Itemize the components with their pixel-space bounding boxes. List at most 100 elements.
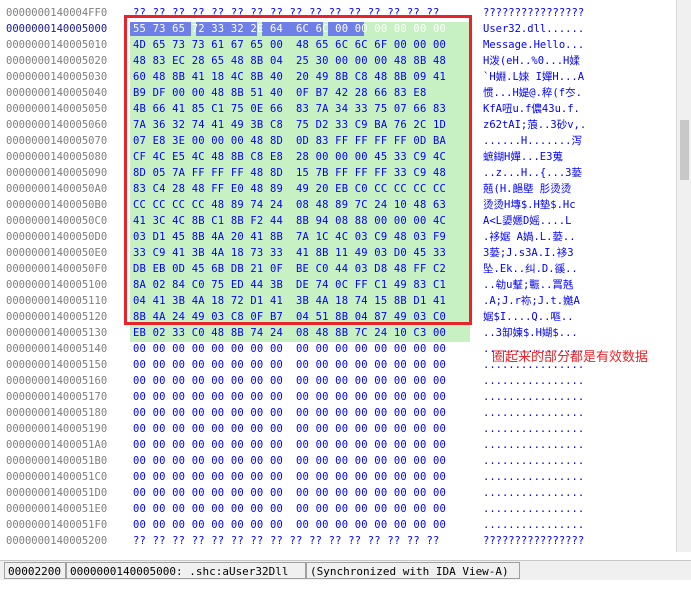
row-ascii[interactable]: 兡(H.郒塈 肜烫烫: [483, 181, 571, 197]
row-address: 0000000140005010: [6, 39, 108, 51]
row-address: 0000000140005040: [6, 87, 108, 99]
row-ascii[interactable]: 蟅鍸H嬋...E3蒐: [483, 149, 563, 165]
row-address: 0000000140005150: [6, 359, 108, 371]
hex-row[interactable]: 0000000140005210 ?? ?? ?? ?? ?? ?? ?? ?? …: [0, 549, 691, 552]
row-address: 00000001400051D0: [6, 487, 108, 499]
row-address: 00000001400050B0: [6, 199, 108, 211]
row-address: 0000000140005120: [6, 311, 108, 323]
row-ascii[interactable]: 坠.Ek..纠.D.豀..: [483, 261, 578, 277]
row-address: 00000001400050E0: [6, 247, 108, 259]
row-ascii[interactable]: z62tAI;蒗..3砂v,.: [483, 117, 586, 133]
row-ascii[interactable]: Message.Hello...: [483, 37, 584, 53]
row-address: 0000000140005050: [6, 103, 108, 115]
row-ascii[interactable]: User32.dll......: [483, 21, 584, 37]
row-bytes[interactable]: 00 00 00 00 00 00 00 00 00 00 00 00 00 0…: [133, 485, 446, 501]
hex-view[interactable]: 0000000140004FF0 ?? ?? ?? ?? ?? ?? ?? ?? …: [0, 0, 691, 552]
row-address: 0000000140005110: [6, 295, 108, 307]
hex-row[interactable]: 0000000140005200 ?? ?? ?? ?? ?? ?? ?? ?? …: [0, 533, 691, 549]
row-bytes[interactable]: 00 00 00 00 00 00 00 00 00 00 00 00 00 0…: [133, 405, 446, 421]
row-ascii[interactable]: ................: [483, 437, 584, 453]
row-address: 0000000140005170: [6, 391, 108, 403]
row-ascii[interactable]: ????????????????: [483, 5, 584, 21]
scrollbar-thumb[interactable]: [680, 120, 689, 180]
row-bytes[interactable]: 00 00 00 00 00 00 00 00 00 00 00 00 00 0…: [133, 501, 446, 517]
row-address: 0000000140005160: [6, 375, 108, 387]
row-bytes[interactable]: 00 00 00 00 00 00 00 00 00 00 00 00 00 0…: [133, 453, 446, 469]
row-ascii[interactable]: ????????????????: [483, 533, 584, 549]
status-location: 0000000140005000: .shc:aUser32Dll: [66, 562, 306, 579]
vertical-scrollbar[interactable]: [676, 0, 691, 552]
row-address: 0000000140005180: [6, 407, 108, 419]
status-sync: (Synchronized with IDA View-A): [306, 562, 520, 579]
hex-row[interactable]: 0000000140005180 00 00 00 00 00 00 00 00 …: [0, 405, 691, 421]
row-ascii[interactable]: 婮$I....Q..嘔..: [483, 309, 574, 325]
row-bytes[interactable]: 00 00 00 00 00 00 00 00 00 00 00 00 00 0…: [133, 437, 446, 453]
hex-row[interactable]: 00000001400051A0 00 00 00 00 00 00 00 00 …: [0, 437, 691, 453]
row-address: 00000001400051A0: [6, 439, 108, 451]
row-ascii[interactable]: .袳婮 A媧.L.蒆..: [483, 229, 576, 245]
row-bytes[interactable]: 00 00 00 00 00 00 00 00 00 00 00 00 00 0…: [133, 341, 446, 357]
row-address: 00000001400050F0: [6, 263, 108, 275]
hex-row[interactable]: 0000000140005170 00 00 00 00 00 00 00 00 …: [0, 389, 691, 405]
row-bytes[interactable]: EB 02 33 C0 48 8B 74 24 08 48 8B 7C 24 1…: [133, 325, 446, 341]
row-bytes[interactable]: 00 00 00 00 00 00 00 00 00 00 00 00 00 0…: [133, 357, 446, 373]
row-address: 0000000140005080: [6, 151, 108, 163]
row-ascii[interactable]: ................: [483, 501, 584, 517]
hex-row[interactable]: 00000001400051E0 00 00 00 00 00 00 00 00 …: [0, 501, 691, 517]
annotation-text: 圈起来的部分都是有效数据: [492, 350, 649, 365]
row-address: 00000001400051F0: [6, 519, 108, 531]
row-ascii[interactable]: 3蒆;J.s3A.I.袳3: [483, 245, 574, 261]
row-address: 0000000140005190: [6, 423, 108, 435]
row-bytes[interactable]: 00 00 00 00 00 00 00 00 00 00 00 00 00 0…: [133, 421, 446, 437]
row-ascii[interactable]: 惯...H媞@.稡(f冭.: [483, 85, 582, 101]
status-offset: 00002200: [4, 562, 66, 579]
hex-row[interactable]: 00000001400051B0 00 00 00 00 00 00 00 00 …: [0, 453, 691, 469]
row-address: 00000001400051C0: [6, 471, 108, 483]
row-address: 00000001400050C0: [6, 215, 108, 227]
row-address: 0000000140004FF0: [6, 7, 108, 19]
row-ascii[interactable]: KfA吜u.f儂43u.f.: [483, 101, 580, 117]
row-address: 0000000140005030: [6, 71, 108, 83]
row-ascii[interactable]: `H婣.L婡 I嬋H...A: [483, 69, 584, 85]
row-ascii[interactable]: ................: [483, 389, 584, 405]
row-ascii[interactable]: ................: [483, 421, 584, 437]
row-ascii[interactable]: A<L嬃嬺D媱....L: [483, 213, 571, 229]
row-bytes[interactable]: 00 00 00 00 00 00 00 00 00 00 00 00 00 0…: [133, 389, 446, 405]
hex-row[interactable]: 0000000140005160 00 00 00 00 00 00 00 00 …: [0, 373, 691, 389]
row-address: 0000000140005210: [6, 549, 107, 552]
row-address: 0000000140005200: [6, 535, 108, 547]
row-ascii[interactable]: ................: [483, 469, 584, 485]
row-address: 00000001400051E0: [6, 503, 108, 515]
row-ascii[interactable]: H泼(eH..%0...H媃: [483, 53, 580, 69]
row-address: 0000000140005000: [6, 23, 108, 35]
row-address: 0000000140005060: [6, 119, 108, 131]
row-ascii[interactable]: ................: [483, 373, 584, 389]
row-address: 0000000140005020: [6, 55, 108, 67]
row-ascii[interactable]: ......H.......泻: [483, 133, 582, 149]
row-address: 00000001400051B0: [6, 455, 108, 467]
row-address: 0000000140005130: [6, 327, 108, 339]
row-ascii[interactable]: 烫烫H塼$.H墊$.Hc: [483, 197, 576, 213]
row-address: 0000000140005070: [6, 135, 108, 147]
row-bytes[interactable]: ?? ?? ?? ?? ?? ?? ?? ?? ?? ?? ?? ?? ?? ?…: [133, 549, 440, 552]
row-ascii[interactable]: ..3缷媡$.H媩$...: [483, 325, 578, 341]
row-bytes[interactable]: 00 00 00 00 00 00 00 00 00 00 00 00 00 0…: [133, 373, 446, 389]
row-ascii[interactable]: ................: [483, 453, 584, 469]
row-ascii[interactable]: ..劺u鞤;辴..罥兞: [483, 277, 573, 293]
row-ascii[interactable]: ................: [483, 485, 584, 501]
hex-row[interactable]: 0000000140005190 00 00 00 00 00 00 00 00 …: [0, 421, 691, 437]
row-bytes[interactable]: 00 00 00 00 00 00 00 00 00 00 00 00 00 0…: [133, 469, 446, 485]
row-ascii[interactable]: ..z...H..{...3蒆: [483, 165, 582, 181]
row-ascii[interactable]: ????????????????: [483, 549, 584, 552]
row-address: 0000000140005090: [6, 167, 108, 179]
row-bytes[interactable]: 00 00 00 00 00 00 00 00 00 00 00 00 00 0…: [133, 517, 446, 533]
row-ascii[interactable]: ................: [483, 405, 584, 421]
hex-row[interactable]: 0000000140005130 EB 02 33 C0 48 8B 74 24 …: [0, 325, 691, 341]
hex-row[interactable]: 00000001400051D0 00 00 00 00 00 00 00 00 …: [0, 485, 691, 501]
row-ascii[interactable]: .A;J.r袮;J.t.嬔A: [483, 293, 580, 309]
row-address: 00000001400050A0: [6, 183, 108, 195]
hex-row[interactable]: 00000001400051F0 00 00 00 00 00 00 00 00 …: [0, 517, 691, 533]
hex-row[interactable]: 00000001400051C0 00 00 00 00 00 00 00 00 …: [0, 469, 691, 485]
row-ascii[interactable]: ................: [483, 517, 584, 533]
row-bytes[interactable]: ?? ?? ?? ?? ?? ?? ?? ?? ?? ?? ?? ?? ?? ?…: [133, 533, 440, 549]
